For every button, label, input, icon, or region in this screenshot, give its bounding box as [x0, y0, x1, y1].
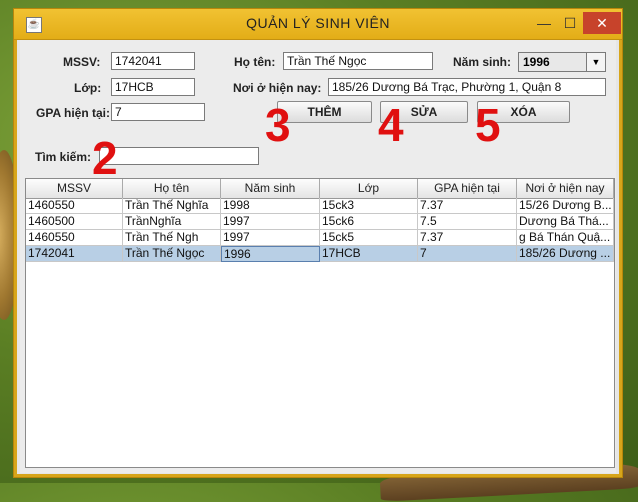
- table-header: MSSV Họ tên Năm sinh Lớp GPA hiện tại Nơ…: [26, 179, 614, 199]
- namsinh-value: 1996: [523, 55, 550, 69]
- gpa-field[interactable]: 7: [111, 103, 205, 121]
- student-table[interactable]: MSSV Họ tên Năm sinh Lớp GPA hiện tại Nơ…: [25, 178, 615, 468]
- cell-namsinh-focused[interactable]: 1996: [221, 246, 320, 262]
- cell-gpa: 7.37: [418, 230, 517, 246]
- cell-hoten: Trần Thế Ngh: [123, 230, 221, 246]
- cell-lop: 15ck3: [320, 198, 418, 214]
- chevron-down-icon[interactable]: ▼: [586, 53, 605, 71]
- annotation-3: 3: [265, 99, 291, 151]
- minimize-button[interactable]: —: [531, 12, 557, 34]
- cell-hoten: TrầnNghĩa: [123, 214, 221, 230]
- lop-label: Lớp:: [74, 81, 102, 95]
- cell-mssv: 1460500: [26, 214, 123, 230]
- close-button[interactable]: ✕: [583, 12, 621, 34]
- add-button[interactable]: THÊM: [277, 101, 372, 123]
- cell-hoten: Trần Thế Nghĩa: [123, 198, 221, 214]
- cell-namsinh: 1998: [221, 198, 320, 214]
- app-window: ☕ QUẢN LÝ SINH VIÊN — ☐ ✕ MSSV: 1742041 …: [13, 8, 623, 478]
- header-hoten[interactable]: Họ tên: [123, 179, 221, 198]
- cell-gpa: 7.5: [418, 214, 517, 230]
- header-namsinh[interactable]: Năm sinh: [221, 179, 320, 198]
- title-bar: ☕ QUẢN LÝ SINH VIÊN — ☐ ✕: [14, 9, 622, 40]
- table-row[interactable]: 1460550 Trần Thế Ngh 1997 15ck5 7.37 g B…: [26, 230, 614, 246]
- cell-lop: 15ck5: [320, 230, 418, 246]
- header-gpa[interactable]: GPA hiện tại: [418, 179, 517, 198]
- annotation-2: 2: [92, 132, 118, 184]
- cell-noio: 15/26 Dương B...: [517, 198, 614, 214]
- cell-namsinh: 1997: [221, 214, 320, 230]
- mssv-label: MSSV:: [63, 55, 101, 69]
- namsinh-select[interactable]: 1996 ▼: [518, 52, 606, 72]
- header-lop[interactable]: Lớp: [320, 179, 418, 198]
- namsinh-label: Năm sinh:: [453, 55, 512, 69]
- hoten-label: Họ tên:: [234, 55, 276, 69]
- noio-field[interactable]: 185/26 Dương Bá Trạc, Phường 1, Quận 8: [328, 78, 606, 96]
- header-noio[interactable]: Nơi ở hiện nay: [517, 179, 614, 198]
- cell-mssv: 1460550: [26, 198, 123, 214]
- cell-lop: 15ck6: [320, 214, 418, 230]
- header-mssv[interactable]: MSSV: [26, 179, 123, 198]
- search-input[interactable]: [99, 147, 259, 165]
- content-panel: MSSV: 1742041 Họ tên: Trần Thế Ngọc Năm …: [20, 40, 616, 473]
- mssv-field[interactable]: 1742041: [111, 52, 195, 70]
- cell-gpa: 7.37: [418, 198, 517, 214]
- cell-gpa: 7: [418, 246, 517, 262]
- cell-noio: Dương Bá Thá...: [517, 214, 614, 230]
- cell-hoten: Trần Thế Ngọc: [123, 246, 221, 262]
- cell-mssv: 1460550: [26, 230, 123, 246]
- gpa-label: GPA hiện tại:: [36, 106, 111, 120]
- cell-namsinh: 1997: [221, 230, 320, 246]
- search-label: Tìm kiếm:: [35, 150, 92, 164]
- cell-lop: 17HCB: [320, 246, 418, 262]
- annotation-4: 4: [378, 99, 404, 151]
- table-row[interactable]: 1460550 Trần Thế Nghĩa 1998 15ck3 7.37 1…: [26, 198, 614, 214]
- cell-noio: 185/26 Dương ...: [517, 246, 614, 262]
- noio-label: Nơi ở hiện nay:: [233, 81, 322, 95]
- table-row-selected[interactable]: 1742041 Trần Thế Ngọc 1996 17HCB 7 185/2…: [26, 246, 614, 262]
- lop-field[interactable]: 17HCB: [111, 78, 195, 96]
- maximize-button[interactable]: ☐: [557, 12, 583, 34]
- annotation-5: 5: [475, 99, 501, 151]
- cell-noio: g Bá Thán Quậ...: [517, 230, 614, 246]
- table-row[interactable]: 1460500 TrầnNghĩa 1997 15ck6 7.5 Dương B…: [26, 214, 614, 230]
- cell-mssv: 1742041: [26, 246, 123, 262]
- hoten-field[interactable]: Trần Thế Ngọc: [283, 52, 433, 70]
